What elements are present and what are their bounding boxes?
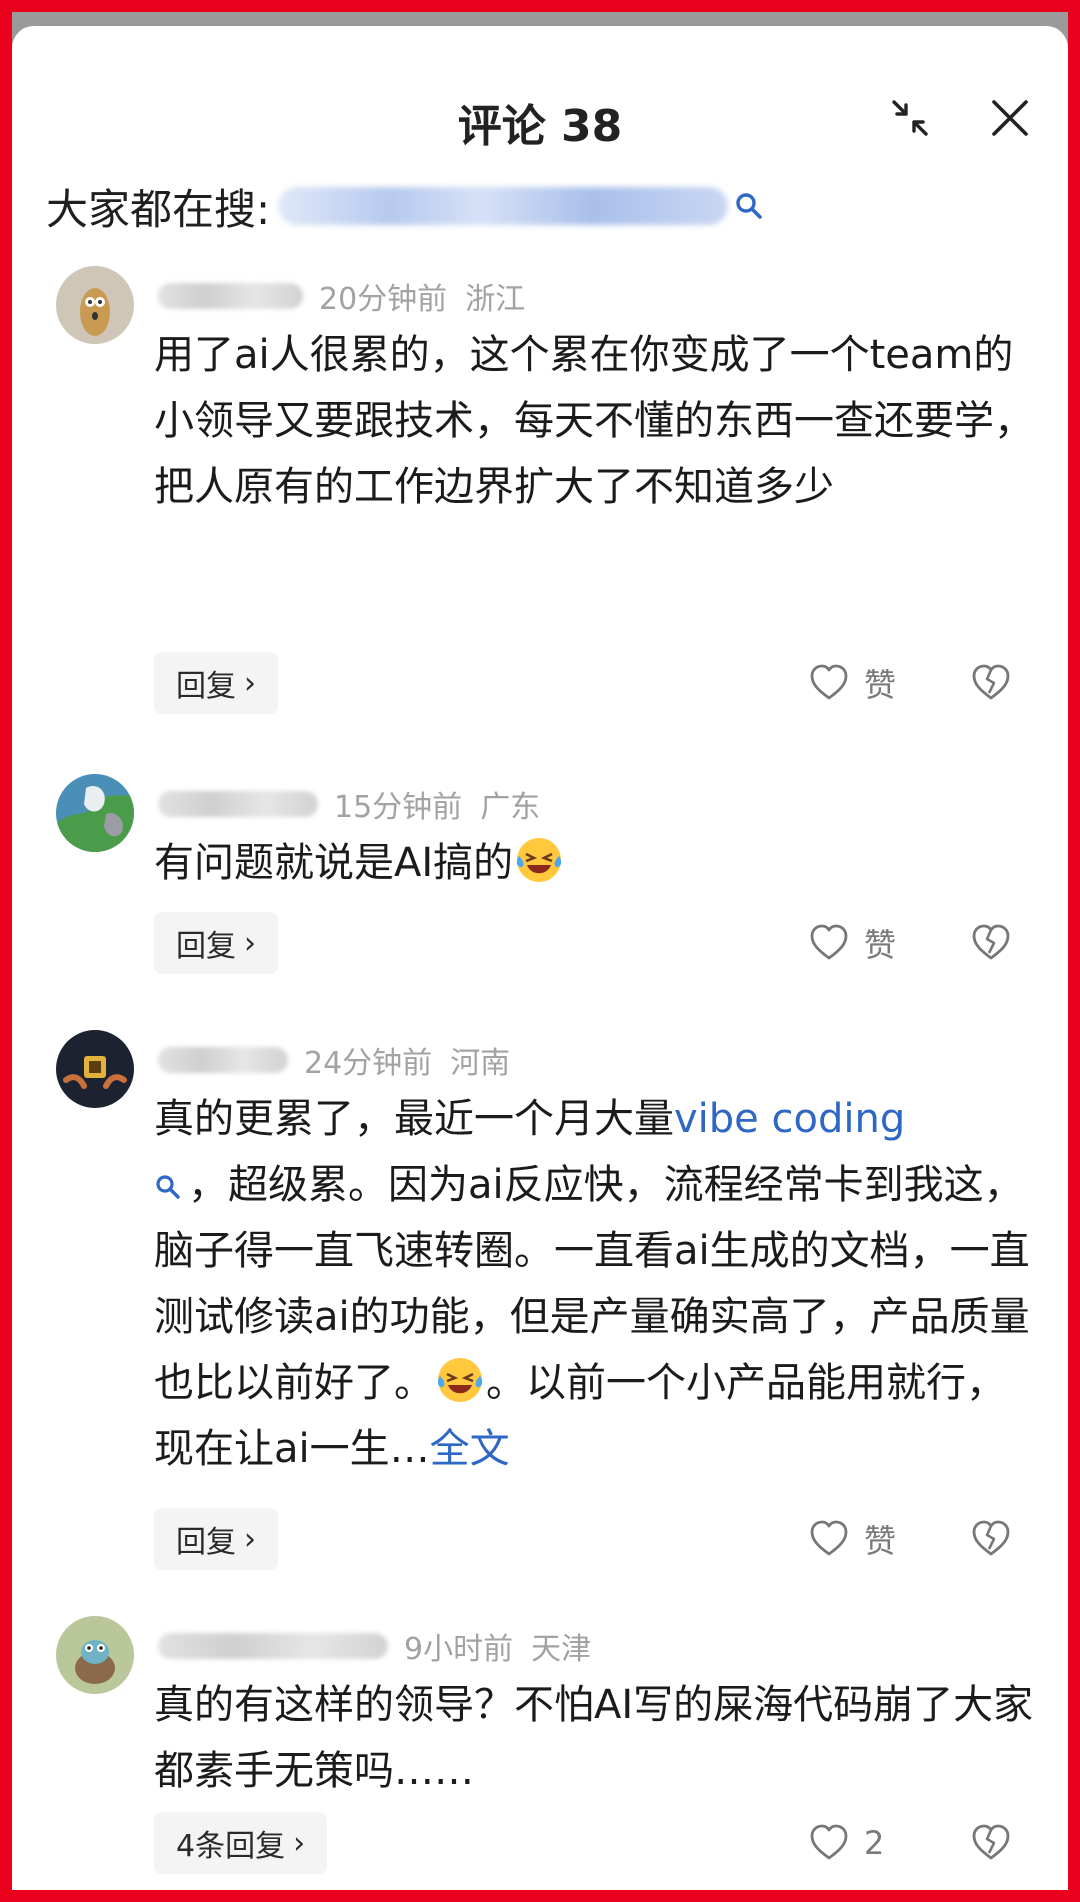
chevron-right-icon: › (244, 665, 256, 701)
avatar[interactable] (56, 266, 134, 344)
comment-region: 河南 (450, 1046, 511, 1081)
comment-region: 浙江 (465, 282, 526, 317)
like-button[interactable]: 赞 (808, 1508, 896, 1570)
chevron-right-icon: › (244, 1521, 256, 1557)
dislike-button[interactable] (970, 912, 1012, 974)
avatar[interactable] (56, 1030, 134, 1108)
reply-label: 4条回复 (176, 1829, 286, 1864)
collapse-arrows-icon (892, 100, 928, 136)
comment-region: 广东 (480, 790, 541, 825)
comment-text-block: 有问题就说是AI搞的 (154, 830, 1034, 896)
broken-heart-icon (972, 664, 1010, 700)
dislike-button[interactable] (970, 1508, 1012, 1570)
comment-meta: 20分钟前 浙江 (158, 274, 525, 318)
collapse-button[interactable] (880, 88, 940, 148)
laughing-tears-emoji (437, 1358, 483, 1402)
search-icon[interactable] (154, 1173, 182, 1201)
laughing-tears-emoji (517, 838, 562, 882)
blurred-username (158, 283, 303, 309)
reply-button[interactable]: 回复 › (154, 652, 278, 714)
heart-outline-icon (810, 924, 848, 960)
comment-time: 9小时前 (404, 1632, 514, 1667)
comment-meta: 9小时前 天津 (158, 1624, 591, 1668)
expand-full-text-link[interactable]: 全文 (430, 1426, 510, 1472)
close-icon (992, 100, 1028, 136)
like-button[interactable]: 赞 (808, 652, 896, 714)
heart-outline-icon (810, 664, 848, 700)
dislike-button[interactable] (970, 652, 1012, 714)
chevron-right-icon: › (244, 925, 256, 961)
comment-text-block: 真的更累了，最近一个月大量vibe coding ，超级累。因为ai反应快，流程… (154, 1086, 1034, 1482)
view-replies-button[interactable]: 4条回复 › (154, 1812, 328, 1874)
vibe-coding-link[interactable]: vibe coding (674, 1096, 905, 1142)
avatar-image (56, 1616, 134, 1694)
close-button[interactable] (980, 88, 1040, 148)
like-label: 赞 (864, 926, 897, 964)
avatar-image (56, 1030, 134, 1108)
broken-heart-icon (972, 924, 1010, 960)
heart-outline-icon (810, 1824, 848, 1860)
reply-button[interactable]: 回复 › (154, 1508, 278, 1570)
broken-heart-icon (972, 1520, 1010, 1556)
reply-button[interactable]: 回复 › (154, 912, 278, 974)
like-label: 赞 (864, 666, 897, 704)
reply-label: 回复 (176, 669, 236, 704)
like-button[interactable]: 2 (808, 1812, 884, 1874)
blurred-username (158, 1633, 388, 1659)
like-button[interactable]: 赞 (808, 912, 896, 974)
avatar[interactable] (56, 774, 134, 852)
avatar-image (56, 266, 134, 344)
comments-sheet: 评论 38 大家都在搜: 20分钟前 浙江 用了ai人很累的，这个累在你变成了一… (12, 26, 1068, 1890)
heart-outline-icon (810, 1520, 848, 1556)
screenshot-frame: 评论 38 大家都在搜: 20分钟前 浙江 用了ai人很累的，这个累在你变成了一… (12, 12, 1068, 1890)
blurred-search-term (278, 187, 729, 225)
like-count: 2 (864, 1824, 885, 1862)
trending-search-label: 大家都在搜: (46, 184, 271, 234)
search-icon (736, 193, 762, 219)
comment-text: 真的有这样的领导？不怕AI写的屎海代码崩了大家都素手无策吗…… (154, 1682, 1034, 1794)
broken-heart-icon (972, 1824, 1010, 1860)
comment-time: 20分钟前 (319, 282, 448, 317)
comment-meta: 15分钟前 广东 (158, 782, 540, 826)
comment-time: 24分钟前 (304, 1046, 433, 1081)
reply-label: 回复 (176, 929, 236, 964)
comment-meta: 24分钟前 河南 (158, 1038, 510, 1082)
comment-text: 用了ai人很累的，这个累在你变成了一个team的小领导又要跟技术，每天不懂的东西… (154, 332, 1034, 510)
blurred-username (158, 791, 318, 817)
comment-region: 天津 (531, 1632, 592, 1667)
comment-text: 真的更累了，最近一个月大量 (154, 1096, 674, 1142)
comment-time: 15分钟前 (334, 790, 463, 825)
comment-text: 有问题就说是AI搞的 (154, 840, 514, 886)
avatar[interactable] (56, 1616, 134, 1694)
like-label: 赞 (864, 1522, 897, 1560)
dislike-button[interactable] (970, 1812, 1012, 1874)
avatar-image (56, 774, 134, 852)
reply-label: 回复 (176, 1525, 236, 1560)
chevron-right-icon: › (293, 1825, 306, 1861)
trending-search[interactable]: 大家都在搜: (46, 176, 764, 236)
blurred-username (158, 1047, 288, 1073)
